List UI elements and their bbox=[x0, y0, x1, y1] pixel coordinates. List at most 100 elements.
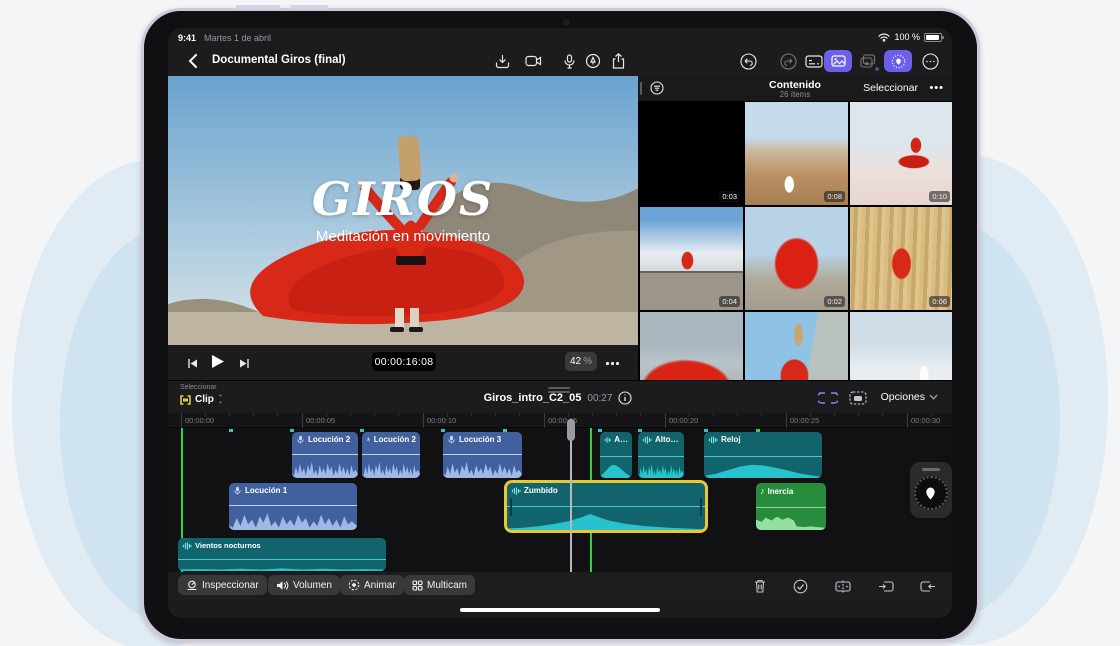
multicam-button[interactable]: Multicam bbox=[404, 575, 475, 595]
ruler-label: 00:00:20 bbox=[669, 416, 698, 425]
animate-label: Animar bbox=[364, 580, 396, 591]
clip-duration-badge: 0:06 bbox=[929, 296, 950, 307]
clip-label: Locución 3 bbox=[459, 435, 501, 444]
media-thumbnail[interactable]: 0:06 bbox=[850, 207, 952, 310]
more-icon[interactable] bbox=[918, 50, 942, 72]
import-icon[interactable] bbox=[490, 50, 514, 72]
badge-dot bbox=[875, 67, 879, 71]
back-button[interactable] bbox=[180, 50, 204, 72]
timeline[interactable]: 00:00:00 00:00:05 00:00:10 00:00:15 00:0… bbox=[168, 413, 952, 572]
grid-icon bbox=[412, 580, 423, 591]
stickers-icon[interactable] bbox=[856, 50, 880, 72]
clip-label: Locución 2 bbox=[308, 435, 350, 444]
date: Martes 1 de abril bbox=[204, 33, 271, 43]
skip-forward-icon[interactable] bbox=[232, 352, 256, 374]
timeline-clip-locucion3[interactable]: Locución 3 bbox=[443, 432, 522, 478]
microphone-icon[interactable] bbox=[557, 50, 581, 72]
timeline-clip-locucion2b[interactable]: Locución 2 bbox=[362, 432, 420, 478]
ruler-label: 00:00:00 bbox=[185, 416, 214, 425]
ruler-label: 00:00:05 bbox=[306, 416, 335, 425]
camera-icon[interactable] bbox=[521, 50, 545, 72]
content-more-icon[interactable]: ••• bbox=[929, 82, 944, 94]
inspect-label: Inspeccionar bbox=[202, 580, 259, 591]
ruler-label: 00:00:25 bbox=[790, 416, 819, 425]
trim-handle-left[interactable] bbox=[510, 498, 512, 516]
timeline-clip-vientos-nocturnos[interactable]: Vientos nocturnos bbox=[178, 538, 386, 571]
clip-duration-badge: 0:04 bbox=[719, 296, 740, 307]
animate-button[interactable]: Animar bbox=[340, 575, 404, 595]
media-thumbnail[interactable]: 0:04 bbox=[640, 207, 743, 310]
share-icon[interactable] bbox=[606, 50, 630, 72]
redo-icon[interactable] bbox=[776, 50, 800, 72]
trim-handle-right[interactable] bbox=[700, 498, 702, 516]
timeline-toolbar: Seleccionar Clip ⌃⌄ Giros_intro_C2_05 00… bbox=[168, 380, 952, 413]
clip-label: Zumbido bbox=[524, 486, 558, 495]
clip-tool-label: Clip bbox=[195, 394, 214, 405]
enable-clip-icon[interactable] bbox=[788, 576, 812, 596]
viewer-more-icon[interactable] bbox=[600, 352, 624, 374]
timeline-clip-locucion2a[interactable]: Locución 2 bbox=[292, 432, 358, 478]
media-thumbnail[interactable]: 0:03 bbox=[640, 102, 743, 205]
skip-back-icon[interactable] bbox=[180, 352, 204, 374]
timeline-clip-inercia[interactable]: ♪Inercia bbox=[756, 483, 826, 530]
media-thumbnail[interactable] bbox=[745, 312, 848, 380]
timeline-clip-zumbido-selected[interactable]: Zumbido bbox=[507, 483, 705, 530]
inspect-button[interactable]: Inspeccionar bbox=[178, 575, 267, 595]
insert-overwrite-icon[interactable] bbox=[874, 576, 898, 596]
info-icon[interactable] bbox=[618, 391, 632, 405]
home-indicator[interactable] bbox=[460, 608, 660, 612]
clip-label: Reloj bbox=[721, 435, 741, 444]
undo-icon[interactable] bbox=[736, 50, 760, 72]
delete-clip-icon[interactable] bbox=[748, 576, 772, 596]
media-thumbnail[interactable]: 0:08 bbox=[745, 102, 848, 205]
jog-wheel-button[interactable] bbox=[884, 50, 912, 72]
options-button[interactable]: Opciones bbox=[881, 391, 938, 403]
timeline-clip-locucion1[interactable]: Locución 1 bbox=[229, 483, 357, 530]
append-clip-icon[interactable] bbox=[916, 576, 940, 596]
keyframe-icon bbox=[348, 579, 360, 591]
clip-duration-badge: 0:08 bbox=[824, 191, 845, 202]
top-button bbox=[290, 5, 328, 9]
media-thumbnail[interactable]: 0:10 bbox=[850, 102, 952, 205]
play-button[interactable] bbox=[206, 350, 230, 372]
timecode-display[interactable]: 00:00:16:08 bbox=[372, 352, 436, 371]
picture-in-picture-icon[interactable] bbox=[846, 387, 870, 409]
timeline-clip-a[interactable]: A… bbox=[600, 432, 632, 478]
jog-drag-bar[interactable] bbox=[922, 468, 940, 471]
timeline-clip-alto[interactable]: Alto… bbox=[638, 432, 684, 478]
music-note-icon: ♪ bbox=[760, 486, 765, 496]
playhead[interactable] bbox=[570, 419, 572, 572]
volume-button-bottom[interactable]: Volumen bbox=[268, 575, 340, 595]
clip-duration-badge: 0:02 bbox=[824, 296, 845, 307]
media-thumbnail[interactable]: 0:02 bbox=[745, 207, 848, 310]
split-clip-icon[interactable] bbox=[831, 576, 855, 596]
zoom-level[interactable]: 42% bbox=[565, 352, 597, 371]
clip-label: Locución 1 bbox=[245, 486, 287, 495]
page-background: 9:41 Martes 1 de abril 100 % Documental … bbox=[0, 0, 1120, 646]
ruler-label: 00:00:10 bbox=[427, 416, 456, 425]
select-mode-label: Seleccionar bbox=[180, 384, 217, 391]
front-camera bbox=[563, 19, 570, 26]
titles-icon[interactable] bbox=[802, 50, 826, 72]
clip-tool-selector[interactable]: Clip ⌃⌄ bbox=[180, 394, 223, 405]
transport-bar: 00:00:16:08 42% bbox=[168, 345, 638, 380]
media-thumbnail[interactable] bbox=[640, 312, 743, 380]
wifi-icon bbox=[878, 33, 890, 42]
media-browser-button[interactable] bbox=[824, 50, 852, 72]
timeline-ruler[interactable]: 00:00:00 00:00:05 00:00:10 00:00:15 00:0… bbox=[168, 413, 952, 428]
project-title: Documental Giros (final) bbox=[212, 54, 346, 66]
content-browser-panel: Contenido 26 ítems Seleccionar ••• 0:03 … bbox=[638, 76, 952, 380]
connect-clips-icon[interactable] bbox=[816, 387, 840, 409]
video-viewer[interactable]: GIROS Meditación en movimiento bbox=[168, 76, 638, 345]
jog-wheel-widget[interactable] bbox=[910, 462, 952, 518]
select-button[interactable]: Seleccionar bbox=[863, 82, 918, 94]
pencil-tools-icon[interactable] bbox=[581, 50, 605, 72]
bottom-toolbar: Inspeccionar Volumen Animar bbox=[168, 572, 952, 600]
clip-label: Alto… bbox=[655, 435, 679, 444]
media-thumbnail[interactable] bbox=[850, 312, 952, 380]
timeline-clip-reloj[interactable]: Reloj bbox=[704, 432, 822, 478]
multicam-label: Multicam bbox=[427, 580, 467, 591]
playhead-handle[interactable] bbox=[567, 419, 575, 441]
clip-duration-badge: 0:10 bbox=[929, 191, 950, 202]
video-title-text: GIROS bbox=[168, 172, 638, 226]
